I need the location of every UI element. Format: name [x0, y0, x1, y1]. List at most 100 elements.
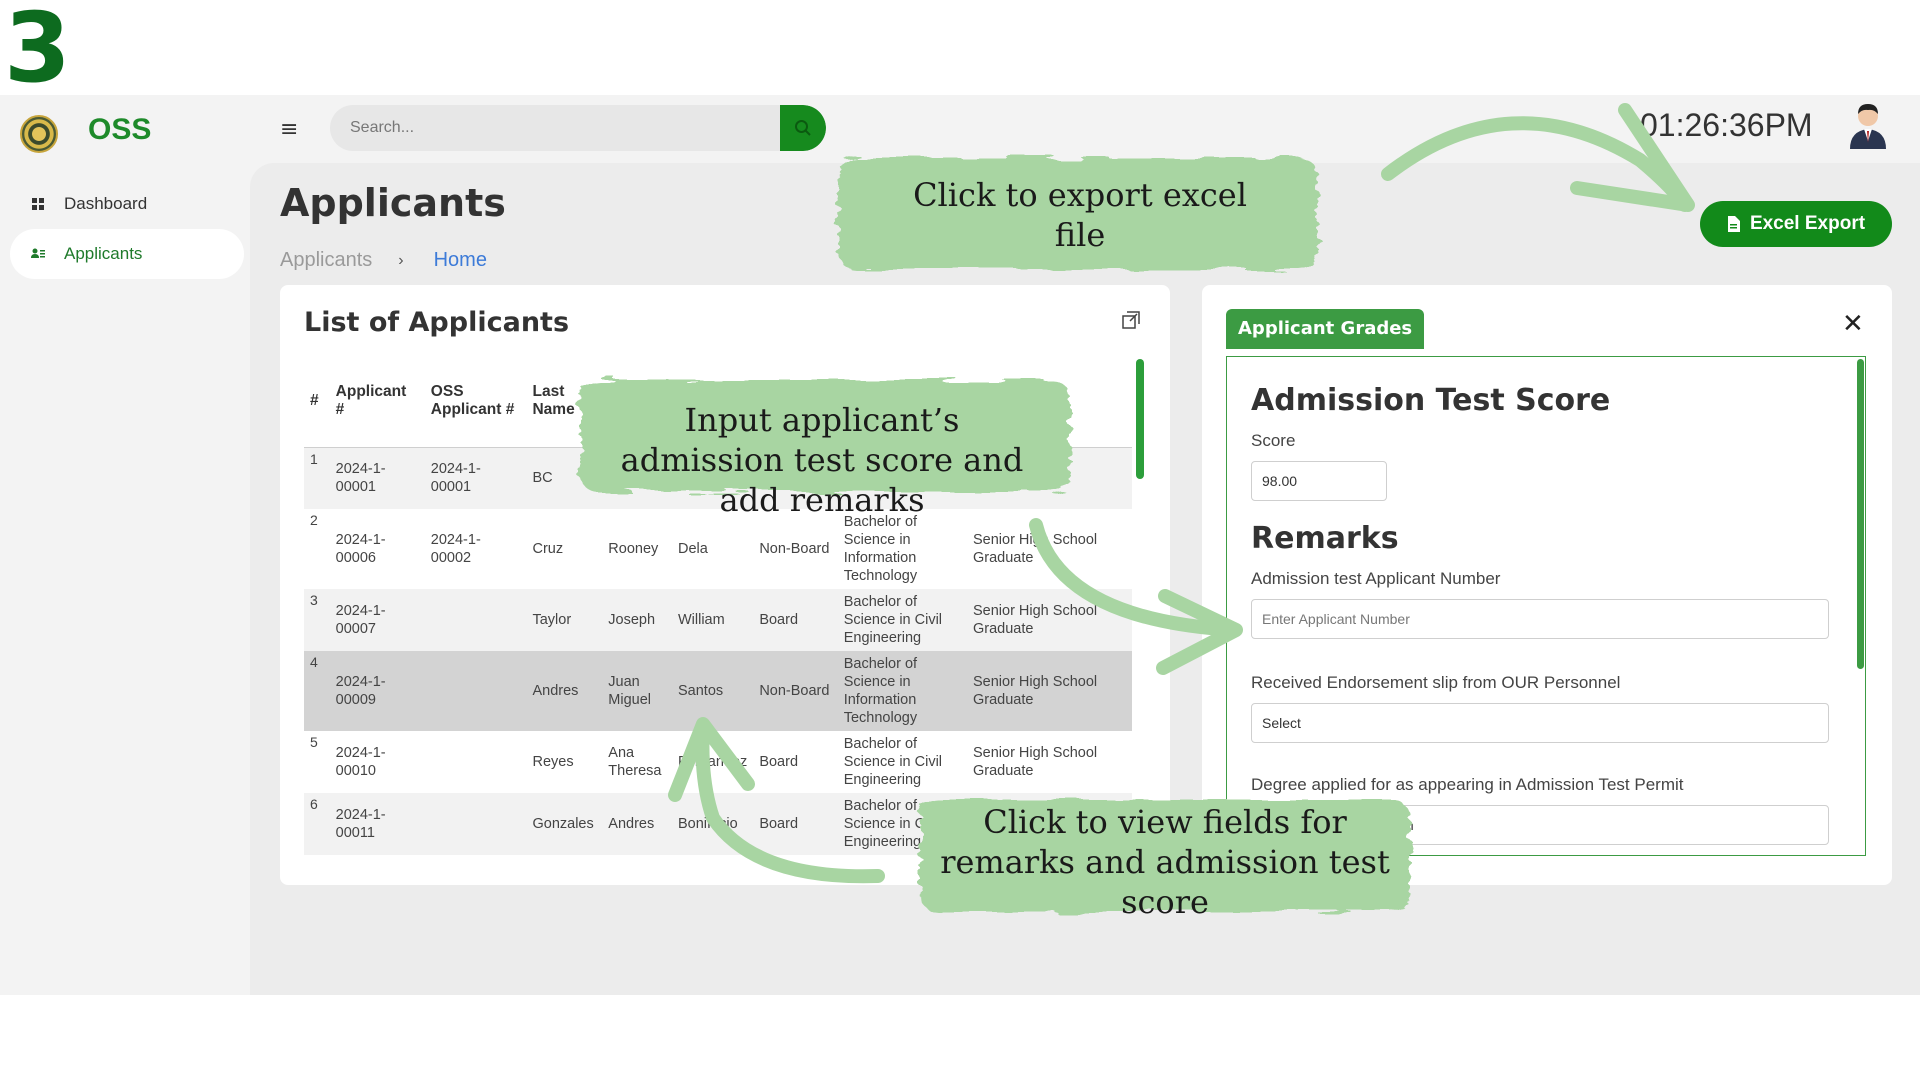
- applicants-list-card: List of Applicants # Applicant # OSS App…: [280, 285, 1170, 885]
- sidebar-item-applicants[interactable]: Applicants: [10, 229, 244, 279]
- step-number: 3: [4, 0, 71, 104]
- chevron-right-icon: ›: [398, 251, 404, 269]
- annotation-view: Click to view fields for remarks and adm…: [940, 803, 1390, 921]
- cell-first-name: Andres: [602, 793, 672, 855]
- table-row-selected[interactable]: 4 2024-1-00009 Andres Juan Miguel Santos…: [304, 651, 1132, 731]
- university-logo: [20, 115, 58, 153]
- endorsement-select[interactable]: Select: [1251, 703, 1829, 743]
- annotation-export: Click to export excel file: [913, 176, 1247, 254]
- cell-last-name: BC: [526, 447, 603, 509]
- cell-number: 1: [304, 447, 330, 509]
- tab-applicant-grades[interactable]: Applicant Grades: [1226, 309, 1425, 349]
- annotation-input: Input applicant’s admission test score a…: [620, 401, 1024, 519]
- cell-applicant-number: 2024-1-00007: [329, 589, 425, 651]
- cell-qualification: Senior High School Graduate: [972, 532, 1098, 566]
- user-avatar[interactable]: [1846, 101, 1890, 149]
- cell-applicant-number: 2024-1-00001: [329, 447, 425, 509]
- sidebar-item-dashboard[interactable]: Dashboard: [10, 179, 244, 229]
- cell-number: 6: [304, 793, 330, 855]
- cell-oss-number: [424, 651, 527, 731]
- cell-number: 4: [304, 651, 330, 731]
- applicant-grades-card: Applicant Grades ✕ Admission Test Score …: [1202, 285, 1892, 885]
- top-bar: OSS ≡ 01:26:36PM: [0, 95, 1920, 163]
- cell-first-name: Ana Theresa: [608, 745, 662, 779]
- sidebar-item-label: Dashboard: [64, 194, 148, 213]
- search-icon: [795, 120, 811, 136]
- cell-nature: Board: [753, 793, 838, 855]
- cell-program: Bachelor of Science in Civil Engineering: [837, 589, 967, 651]
- cell-number: 5: [310, 734, 318, 750]
- cell-last-name: Taylor: [526, 589, 603, 651]
- clock-display: 01:26:36PM: [1640, 107, 1813, 143]
- cell-applicant-number: 2024-1-00010: [335, 745, 386, 779]
- cell-nature: Non-Board: [753, 651, 838, 731]
- cell-applicant-number: 2024-1-00009: [329, 651, 425, 731]
- cell-applicant-number: 2024-1-00011: [329, 793, 425, 855]
- page-title: Applicants: [280, 181, 506, 225]
- search-bar: [330, 105, 826, 151]
- cell-last-name: Andres: [526, 651, 603, 731]
- grades-scrollbar[interactable]: [1857, 359, 1864, 669]
- cell-first-name: Rooney: [608, 541, 659, 557]
- admission-test-title: Admission Test Score: [1251, 383, 1611, 418]
- cell-number: 2: [310, 512, 318, 528]
- cell-program: Bachelor of Science in Information Techn…: [843, 514, 918, 584]
- cell-last-name: Gonzales: [526, 793, 603, 855]
- search-input[interactable]: [350, 105, 770, 151]
- remarks-title: Remarks: [1251, 521, 1399, 556]
- menu-toggle-icon[interactable]: ≡: [280, 117, 298, 142]
- cell-program: Bachelor of Science in Civil Engineering: [843, 736, 943, 788]
- excel-export-label: Excel Export: [1749, 213, 1866, 234]
- cell-program: Bachelor of Science in Information Techn…: [837, 651, 967, 731]
- cell-last-name: Cruz: [532, 541, 564, 557]
- brand-name: OSS: [88, 113, 152, 146]
- sidebar: Dashboard Applicants: [0, 163, 250, 995]
- column-header[interactable]: #: [304, 355, 330, 448]
- cell-middle-name: Dela: [677, 541, 708, 557]
- cell-nature: Non-Board: [759, 541, 830, 557]
- grid-icon: [32, 198, 44, 210]
- cell-applicant-number: 2024-1-00006: [335, 532, 386, 566]
- cell-nature: Board: [759, 754, 799, 770]
- cell-oss-number: 2024-1-00001: [424, 447, 527, 509]
- sidebar-item-label: Applicants: [64, 244, 143, 263]
- column-header[interactable]: OSS Applicant #: [424, 355, 527, 448]
- score-input[interactable]: [1251, 461, 1387, 501]
- cell-oss-number: [425, 731, 527, 793]
- table-scrollbar[interactable]: [1136, 359, 1144, 479]
- expand-icon[interactable]: [1122, 311, 1140, 329]
- breadcrumb-home[interactable]: Home: [434, 249, 487, 272]
- cell-middle-name: Santos: [671, 651, 754, 731]
- cell-first-name: Juan Miguel: [602, 651, 672, 731]
- column-header[interactable]: Last Name: [526, 355, 603, 448]
- cell-oss-number: 2024-1-00002: [430, 532, 481, 566]
- cell-nature: Board: [753, 589, 838, 651]
- list-title: List of Applicants: [304, 307, 570, 338]
- cell-last-name: Reyes: [532, 754, 574, 770]
- degree-label: Degree applied for as appearing in Admis…: [1251, 775, 1684, 794]
- breadcrumb: Applicants › Home: [280, 249, 487, 272]
- file-icon: [1727, 216, 1740, 232]
- cell-qualification: Senior High School Graduate: [966, 589, 1132, 651]
- close-icon[interactable]: ✕: [1842, 309, 1864, 339]
- score-label: Score: [1251, 431, 1296, 450]
- search-button[interactable]: [780, 105, 826, 151]
- applicant-number-label: Admission test Applicant Number: [1251, 569, 1501, 588]
- cell-middle-name: Bonifacio: [671, 793, 754, 855]
- cell-middle-name: Fernandez: [677, 754, 748, 770]
- cell-number: 3: [304, 589, 330, 651]
- cell-oss-number: [424, 793, 527, 855]
- column-header[interactable]: Applicant #: [329, 355, 425, 448]
- applicant-number-field[interactable]: [1251, 599, 1829, 639]
- endorsement-label: Received Endorsement slip from OUR Perso…: [1251, 673, 1621, 692]
- excel-export-button[interactable]: Excel Export: [1700, 201, 1892, 247]
- cell-first-name: Joseph: [602, 589, 672, 651]
- table-row[interactable]: 5 2024-1-00010 Reyes Ana Theresa Fernand…: [304, 731, 1132, 793]
- table-row[interactable]: 2 2024-1-00006 2024-1-00002 Cruz Rooney …: [304, 509, 1132, 589]
- breadcrumb-applicants[interactable]: Applicants: [280, 249, 372, 272]
- table-row[interactable]: 3 2024-1-00007 Taylor Joseph William Boa…: [304, 589, 1132, 651]
- degree-field-value: m: [1402, 817, 1414, 833]
- cell-qualification: Senior High School Graduate: [972, 745, 1098, 779]
- grades-panel: Admission Test Score Score Remarks Admis…: [1226, 356, 1866, 856]
- cell-qualification: Senior High School Graduate: [966, 651, 1132, 731]
